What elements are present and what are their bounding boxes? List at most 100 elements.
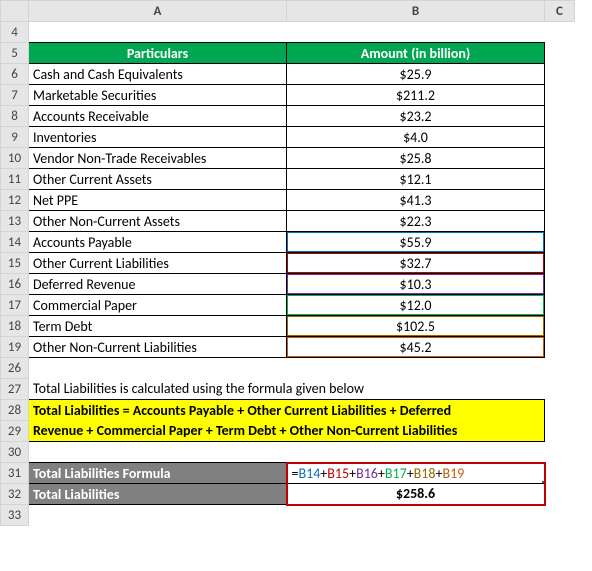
cell[interactable] — [545, 43, 575, 64]
row-header[interactable]: 32 — [1, 484, 29, 505]
row-header[interactable]: 7 — [1, 85, 29, 106]
cell[interactable] — [29, 442, 287, 463]
cell[interactable] — [29, 505, 287, 526]
cell[interactable] — [287, 442, 545, 463]
row-header[interactable]: 6 — [1, 64, 29, 85]
col-header-b[interactable]: B — [287, 1, 545, 22]
cell[interactable] — [545, 316, 575, 337]
row-header[interactable]: 8 — [1, 106, 29, 127]
cell-label[interactable]: Vendor Non-Trade Receivables — [29, 148, 287, 169]
formula-cell[interactable]: =B14+B15+B16+B17+B18+B19 — [287, 463, 545, 484]
cell[interactable] — [29, 22, 287, 43]
cell[interactable] — [545, 442, 575, 463]
cell-label[interactable]: Term Debt — [29, 316, 287, 337]
cell-label[interactable]: Commercial Paper — [29, 295, 287, 316]
row-header[interactable]: 16 — [1, 274, 29, 295]
row-header[interactable]: 26 — [1, 358, 29, 379]
cell-label[interactable]: Other Current Assets — [29, 169, 287, 190]
cell-value[interactable]: $23.2 — [287, 106, 545, 127]
cell[interactable] — [287, 505, 545, 526]
row-header[interactable]: 5 — [1, 43, 29, 64]
cell-value[interactable]: $25.8 — [287, 148, 545, 169]
ref-b17: B17 — [385, 465, 407, 482]
cell-label[interactable]: Inventories — [29, 127, 287, 148]
cell[interactable] — [545, 22, 575, 43]
formula-text-line2[interactable]: Revenue + Commercial Paper + Term Debt +… — [29, 421, 545, 442]
row-header[interactable]: 17 — [1, 295, 29, 316]
cell-label[interactable]: Deferred Revenue — [29, 274, 287, 295]
cell-value[interactable]: $211.2 — [287, 85, 545, 106]
cell-label[interactable]: Accounts Receivable — [29, 106, 287, 127]
cell-value[interactable]: $45.2 — [287, 337, 545, 358]
cell[interactable] — [545, 421, 575, 442]
cell[interactable] — [545, 106, 575, 127]
cell-value[interactable]: $4.0 — [287, 127, 545, 148]
cell-label[interactable]: Other Current Liabilities — [29, 253, 287, 274]
cell-value[interactable]: $22.3 — [287, 211, 545, 232]
cell-value[interactable]: $10.3 — [287, 274, 545, 295]
cell-value[interactable]: $32.7 — [287, 253, 545, 274]
ref-b19: B19 — [442, 465, 464, 482]
cell-value[interactable]: $12.1 — [287, 169, 545, 190]
cell[interactable] — [545, 274, 575, 295]
result-label-formula[interactable]: Total Liabilities Formula — [29, 463, 287, 484]
cell[interactable] — [545, 463, 575, 484]
row-header[interactable]: 30 — [1, 442, 29, 463]
cell-value[interactable]: $25.9 — [287, 64, 545, 85]
total-value-cell[interactable]: $258.6 — [287, 484, 545, 505]
row-header[interactable]: 15 — [1, 253, 29, 274]
cell[interactable] — [545, 400, 575, 421]
row-header[interactable]: 18 — [1, 316, 29, 337]
row-header[interactable]: 10 — [1, 148, 29, 169]
cell-label[interactable]: Marketable Securities — [29, 85, 287, 106]
cell[interactable] — [545, 295, 575, 316]
row-header[interactable]: 27 — [1, 379, 29, 400]
cell-value[interactable]: $41.3 — [287, 190, 545, 211]
description-text[interactable]: Total Liabilities is calculated using th… — [29, 379, 545, 400]
row-header[interactable]: 31 — [1, 463, 29, 484]
cell[interactable] — [545, 232, 575, 253]
cell[interactable] — [545, 64, 575, 85]
cell[interactable] — [545, 358, 575, 379]
cell[interactable] — [287, 358, 545, 379]
cell[interactable] — [545, 148, 575, 169]
cell[interactable] — [545, 85, 575, 106]
cell[interactable] — [545, 379, 575, 400]
cell[interactable] — [545, 484, 575, 505]
select-all-cell[interactable] — [1, 1, 29, 22]
cell-value[interactable]: $12.0 — [287, 295, 545, 316]
cell[interactable] — [287, 22, 545, 43]
cell[interactable] — [545, 505, 575, 526]
cell[interactable] — [545, 211, 575, 232]
spreadsheet[interactable]: A B C 4 5 Particulars Amount (in billion… — [0, 0, 575, 526]
row-header[interactable]: 33 — [1, 505, 29, 526]
cell[interactable] — [545, 169, 575, 190]
result-label-total[interactable]: Total Liabilities — [29, 484, 287, 505]
cell[interactable] — [545, 190, 575, 211]
cell-label[interactable]: Other Non-Current Assets — [29, 211, 287, 232]
row-header[interactable]: 29 — [1, 421, 29, 442]
table-header-amount[interactable]: Amount (in billion) — [287, 43, 545, 64]
row-header[interactable]: 9 — [1, 127, 29, 148]
cell-value[interactable]: $55.9 — [287, 232, 545, 253]
cell[interactable] — [545, 127, 575, 148]
row-header[interactable]: 11 — [1, 169, 29, 190]
col-header-a[interactable]: A — [29, 1, 287, 22]
cell[interactable] — [29, 358, 287, 379]
cell-label[interactable]: Accounts Payable — [29, 232, 287, 253]
col-header-c[interactable]: C — [545, 1, 575, 22]
row-header[interactable]: 12 — [1, 190, 29, 211]
row-header[interactable]: 4 — [1, 22, 29, 43]
formula-text-line1[interactable]: Total Liabilities = Accounts Payable + O… — [29, 400, 545, 421]
table-header-particulars[interactable]: Particulars — [29, 43, 287, 64]
cell[interactable] — [545, 337, 575, 358]
cell-label[interactable]: Net PPE — [29, 190, 287, 211]
cell-value[interactable]: $102.5 — [287, 316, 545, 337]
row-header[interactable]: 28 — [1, 400, 29, 421]
cell-label[interactable]: Cash and Cash Equivalents — [29, 64, 287, 85]
row-header[interactable]: 19 — [1, 337, 29, 358]
row-header[interactable]: 13 — [1, 211, 29, 232]
row-header[interactable]: 14 — [1, 232, 29, 253]
cell[interactable] — [545, 253, 575, 274]
cell-label[interactable]: Other Non-Current Liabilities — [29, 337, 287, 358]
